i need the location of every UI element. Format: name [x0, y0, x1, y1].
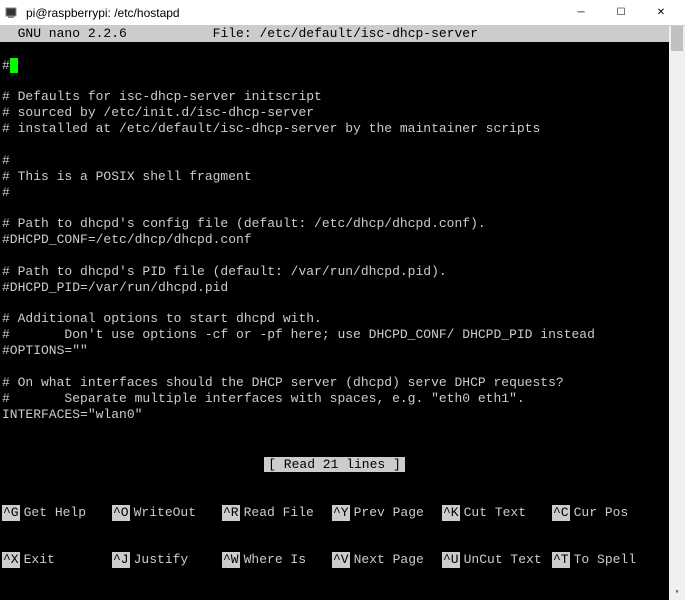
window-title: pi@raspberrypi: /etc/hostapd	[26, 6, 561, 20]
file-line: #DHCPD_CONF=/etc/dhcp/dhcpd.conf	[2, 232, 252, 247]
file-line: # Separate multiple interfaces with spac…	[2, 391, 525, 406]
file-line: # Additional options to start dhcpd with…	[2, 311, 322, 326]
file-line	[18, 58, 26, 74]
file-line: # Don't use options -cf or -pf here; use…	[2, 327, 595, 342]
nano-file-label: File: /etc/default/isc-dhcp-server	[213, 26, 478, 41]
file-line: # This is a POSIX shell fragment	[2, 169, 252, 184]
shortcut-writeout[interactable]: ^OWriteOut	[112, 505, 222, 521]
file-line: # installed at /etc/default/isc-dhcp-ser…	[2, 121, 540, 136]
scrollbar-thumb[interactable]	[671, 26, 683, 51]
status-text: [ Read 21 lines ]	[264, 457, 405, 472]
nano-shortcuts: ^GGet Help ^OWriteOut ^RRead File ^YPrev…	[0, 473, 669, 600]
shortcut-to-spell[interactable]: ^TTo Spell	[552, 552, 662, 568]
file-line: # Path to dhcpd's config file (default: …	[2, 216, 486, 231]
shortcut-cur-pos[interactable]: ^CCur Pos	[552, 505, 662, 521]
nano-header: GNU nano 2.2.6 File: /etc/default/isc-dh…	[0, 26, 669, 42]
window-titlebar: pi@raspberrypi: /etc/hostapd ─ ☐ ✕	[0, 0, 685, 26]
close-button[interactable]: ✕	[641, 2, 681, 24]
maximize-button[interactable]: ☐	[601, 2, 641, 24]
shortcut-next-page[interactable]: ^VNext Page	[332, 552, 442, 568]
nano-status: [ Read 21 lines ]	[0, 457, 669, 473]
shortcut-row-1: ^GGet Help ^OWriteOut ^RRead File ^YPrev…	[2, 505, 667, 521]
file-line: # On what interfaces should the DHCP ser…	[2, 375, 564, 390]
editor-content[interactable]: # # Defaults for isc-dhcp-server initscr…	[0, 42, 669, 457]
text-cursor	[10, 58, 18, 73]
file-line: #OPTIONS=""	[2, 343, 88, 358]
window-controls: ─ ☐ ✕	[561, 2, 681, 24]
file-line: #	[2, 185, 10, 200]
scrollbar[interactable]: ▴ ▾	[669, 26, 685, 600]
nano-app-name: GNU nano 2.2.6	[2, 26, 127, 41]
file-line: # Path to dhcpd's PID file (default: /va…	[2, 264, 447, 279]
shortcut-where-is[interactable]: ^WWhere Is	[222, 552, 332, 568]
file-line: #	[2, 153, 10, 168]
shortcut-cut-text[interactable]: ^KCut Text	[442, 505, 552, 521]
file-line: Defaults for isc-dhcp-server initscript	[10, 89, 322, 104]
shortcut-row-2: ^XExit ^JJustify ^WWhere Is ^VNext Page …	[2, 552, 667, 568]
file-line: # sourced by /etc/init.d/isc-dhcp-server	[2, 105, 314, 120]
minimize-button[interactable]: ─	[561, 2, 601, 24]
shortcut-uncut-text[interactable]: ^UUnCut Text	[442, 552, 552, 568]
shortcut-justify[interactable]: ^JJustify	[112, 552, 222, 568]
app-icon	[4, 5, 20, 21]
terminal-container: GNU nano 2.2.6 File: /etc/default/isc-dh…	[0, 26, 685, 600]
shortcut-read-file[interactable]: ^RRead File	[222, 505, 332, 521]
scrollbar-down-icon[interactable]: ▾	[669, 584, 685, 600]
file-line: #DHCPD_PID=/var/run/dhcpd.pid	[2, 280, 228, 295]
shortcut-get-help[interactable]: ^GGet Help	[2, 505, 112, 521]
shortcut-exit[interactable]: ^XExit	[2, 552, 112, 568]
terminal[interactable]: GNU nano 2.2.6 File: /etc/default/isc-dh…	[0, 26, 669, 600]
shortcut-prev-page[interactable]: ^YPrev Page	[332, 505, 442, 521]
file-line: INTERFACES="wlan0"	[2, 407, 142, 422]
